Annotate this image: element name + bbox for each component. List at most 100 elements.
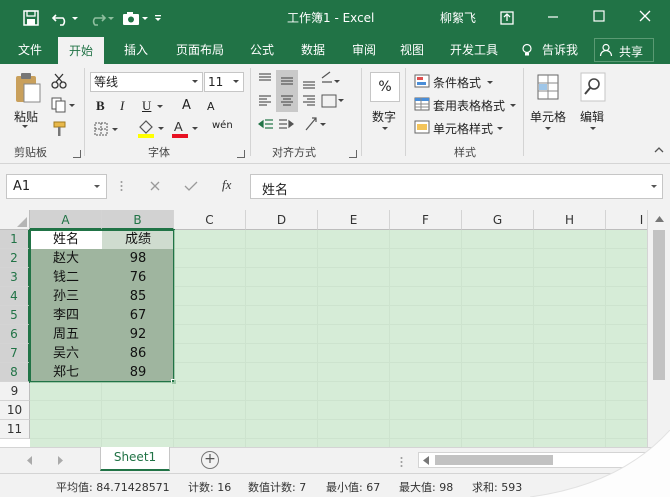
cells-button[interactable]: 单元格 <box>530 108 566 125</box>
column-header-d[interactable]: D <box>246 210 318 230</box>
chevron-down-icon[interactable] <box>509 103 517 109</box>
editing-button[interactable]: 编辑 <box>580 108 604 125</box>
font-group-label: 字体 <box>148 146 170 159</box>
column-header-f[interactable]: F <box>390 210 462 230</box>
undo-icon[interactable] <box>50 7 72 29</box>
format-painter-icon[interactable] <box>50 120 68 138</box>
underline-dropdown-icon[interactable] <box>156 104 164 110</box>
font-color-icon[interactable]: A <box>170 118 200 140</box>
chevron-down-icon[interactable] <box>650 184 658 190</box>
scroll-left-icon[interactable] <box>423 456 429 465</box>
formula-input[interactable]: 姓名 <box>250 174 663 199</box>
tab-review[interactable]: 审阅 <box>344 36 384 64</box>
insert-function-icon[interactable]: fx <box>222 177 231 193</box>
lightbulb-icon[interactable] <box>520 43 534 57</box>
tell-me-box[interactable]: 告诉我 <box>536 36 584 64</box>
bold-button[interactable]: B <box>96 98 105 114</box>
row-header-8[interactable]: 8 <box>0 363 30 382</box>
tab-page-layout[interactable]: 页面布局 <box>168 36 232 64</box>
row-header-4[interactable]: 4 <box>0 287 30 306</box>
column-header-a[interactable]: A <box>30 210 102 230</box>
cut-icon[interactable] <box>50 72 68 90</box>
paste-label: 粘贴 <box>14 110 39 124</box>
copy-icon[interactable] <box>50 96 76 114</box>
user-name[interactable]: 柳絮飞 <box>440 9 476 26</box>
paste-button[interactable] <box>8 70 46 112</box>
enter-icon[interactable] <box>183 179 199 193</box>
table-format-button[interactable]: 套用表格格式 <box>433 97 505 114</box>
phonetic-button[interactable]: wén <box>212 120 233 131</box>
column-header-h[interactable]: H <box>534 210 606 230</box>
percent-icon[interactable]: % <box>370 72 400 102</box>
row-header-7[interactable]: 7 <box>0 344 30 363</box>
next-sheet-icon[interactable] <box>56 456 64 465</box>
row-header-9[interactable]: 9 <box>0 382 30 401</box>
column-header-c[interactable]: C <box>174 210 246 230</box>
column-header-b[interactable]: B <box>102 210 174 230</box>
vertical-scrollbar[interactable] <box>647 210 670 447</box>
paste-dropdown-icon[interactable] <box>20 124 30 130</box>
scroll-up-icon[interactable] <box>655 216 664 222</box>
grow-font-button[interactable]: A <box>182 98 191 113</box>
shrink-font-button[interactable]: A <box>207 100 215 113</box>
collapse-ribbon-icon[interactable] <box>654 146 664 154</box>
clipboard-launcher-icon[interactable] <box>73 150 81 158</box>
borders-icon[interactable] <box>93 120 121 138</box>
tab-insert[interactable]: 插入 <box>114 36 158 64</box>
row-header-6[interactable]: 6 <box>0 325 30 344</box>
italic-button[interactable]: I <box>120 98 124 114</box>
row-header-5[interactable]: 5 <box>0 306 30 325</box>
scroll-thumb[interactable] <box>653 230 665 380</box>
share-button[interactable]: 共享 <box>594 38 654 62</box>
number-dropdown-icon[interactable] <box>381 126 389 132</box>
tab-home[interactable]: 开始 <box>58 37 104 64</box>
tab-formulas[interactable]: 公式 <box>242 36 282 64</box>
number-format-button[interactable]: 数字 <box>372 108 396 125</box>
redo-icon[interactable] <box>86 7 108 29</box>
cells-dropdown-icon[interactable] <box>544 126 552 132</box>
select-all-corner[interactable] <box>0 210 30 230</box>
row-header-11[interactable]: 11 <box>0 420 30 439</box>
save-icon[interactable] <box>20 7 42 29</box>
editing-dropdown-icon[interactable] <box>589 126 597 132</box>
maximize-button[interactable] <box>576 0 622 36</box>
row-header-3[interactable]: 3 <box>0 268 30 287</box>
tab-file[interactable]: 文件 <box>8 36 52 64</box>
tab-data[interactable]: 数据 <box>292 36 334 64</box>
chevron-down-icon[interactable] <box>496 126 504 132</box>
close-button[interactable] <box>622 0 668 36</box>
ribbon-display-options-icon[interactable] <box>496 7 518 29</box>
fill-color-icon[interactable] <box>136 118 166 140</box>
font-size-select[interactable]: 11 <box>204 72 244 92</box>
undo-dropdown-icon[interactable] <box>70 7 80 29</box>
redo-dropdown-icon[interactable] <box>106 7 116 29</box>
status-max: 最大值: 98 <box>399 481 454 494</box>
camera-dropdown-icon[interactable] <box>140 7 150 29</box>
tab-splitter-icon[interactable] <box>400 456 403 468</box>
worksheet-grid[interactable]: ABCDEFGHI 1 2 3 4 5 6 7 8 9 10 11 姓名 成绩 赵大 98 钱二 76 孙三 85… <box>0 210 670 447</box>
underline-button[interactable]: U <box>142 98 151 114</box>
customize-qat-icon[interactable] <box>152 7 164 29</box>
minimize-button[interactable] <box>530 0 576 36</box>
sheet-tab-sheet1[interactable]: Sheet1 <box>100 447 170 471</box>
name-box[interactable]: A1 <box>6 174 107 199</box>
status-min: 最小值: 67 <box>326 481 381 494</box>
tab-developer[interactable]: 开发工具 <box>442 36 506 64</box>
add-sheet-button[interactable]: + <box>201 451 219 469</box>
prev-sheet-icon[interactable] <box>26 456 34 465</box>
cancel-icon[interactable] <box>148 179 162 193</box>
conditional-format-button[interactable]: 条件格式 <box>433 74 481 91</box>
alignment-controls <box>256 68 344 140</box>
font-name-select[interactable]: 等线 <box>90 72 203 92</box>
alignment-launcher-icon[interactable] <box>349 150 357 158</box>
font-launcher-icon[interactable] <box>237 150 245 158</box>
row-header-10[interactable]: 10 <box>0 401 30 420</box>
tab-view[interactable]: 视图 <box>392 36 432 64</box>
column-header-g[interactable]: G <box>462 210 534 230</box>
row-header-2[interactable]: 2 <box>0 249 30 268</box>
chevron-down-icon[interactable] <box>486 80 494 86</box>
camera-icon[interactable] <box>120 7 142 29</box>
cell-style-button[interactable]: 单元格样式 <box>433 120 493 137</box>
row-header-1[interactable]: 1 <box>0 230 30 249</box>
column-header-e[interactable]: E <box>318 210 390 230</box>
